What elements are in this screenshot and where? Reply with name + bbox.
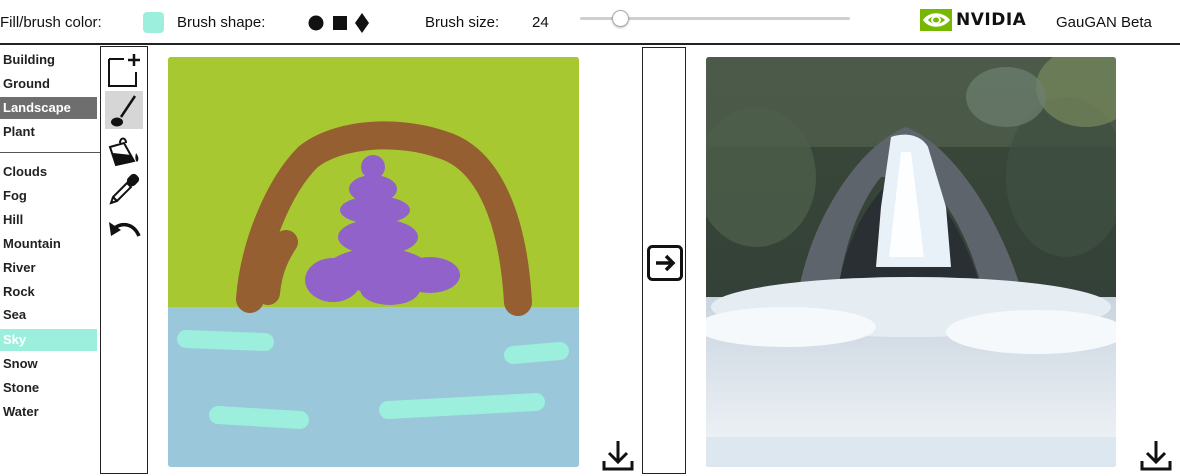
brush-size-slider-handle[interactable]: [611, 10, 629, 27]
undo-icon[interactable]: [105, 211, 143, 249]
label-divider: [0, 152, 100, 153]
label-ground[interactable]: Ground: [0, 73, 97, 95]
brand-name: NVIDIA: [956, 10, 1027, 30]
generate-panel: [642, 47, 686, 474]
label-palette: Building Ground Landscape Plant Clouds F…: [0, 46, 100, 476]
label-stone[interactable]: Stone: [0, 377, 97, 399]
brush-icon[interactable]: [105, 91, 143, 129]
brush-shape-label: Brush shape:: [177, 14, 266, 31]
label-sea[interactable]: Sea: [0, 304, 97, 326]
label-plant[interactable]: Plant: [0, 121, 97, 143]
label-mountain[interactable]: Mountain: [0, 233, 97, 255]
circle-icon[interactable]: [307, 14, 325, 32]
nvidia-eye-icon: [920, 9, 952, 31]
label-landscape[interactable]: Landscape: [0, 97, 97, 119]
segmentation-drawing: [168, 57, 579, 467]
generated-landscape-render: [706, 57, 1116, 467]
label-hill[interactable]: Hill: [0, 209, 97, 231]
label-building[interactable]: Building: [0, 49, 97, 71]
fill-color-swatch[interactable]: [143, 12, 164, 33]
new-canvas-icon[interactable]: [105, 51, 143, 89]
label-clouds[interactable]: Clouds: [0, 161, 97, 183]
label-water[interactable]: Water: [0, 401, 97, 423]
segmentation-canvas[interactable]: [168, 57, 579, 467]
download-output-icon[interactable]: [1139, 438, 1173, 472]
fill-color-label: Fill/brush color:: [0, 14, 102, 31]
label-river[interactable]: River: [0, 257, 97, 279]
label-sky[interactable]: Sky: [0, 329, 97, 351]
gaugan-app: Fill/brush color: Brush shape: Brush siz…: [0, 0, 1180, 476]
eyedropper-icon[interactable]: [105, 171, 143, 209]
tool-panel: [100, 46, 148, 474]
label-snow[interactable]: Snow: [0, 353, 97, 375]
fill-bucket-icon[interactable]: [105, 131, 143, 169]
toolbar: Fill/brush color: Brush shape: Brush siz…: [0, 0, 1180, 45]
nvidia-logo: NVIDIA: [920, 9, 1026, 31]
generate-arrow-icon[interactable]: [647, 245, 683, 281]
generated-image: [706, 57, 1116, 467]
label-fog[interactable]: Fog: [0, 185, 97, 207]
download-segmentation-icon[interactable]: [601, 438, 635, 472]
brush-size-label: Brush size:: [425, 14, 500, 31]
label-rock[interactable]: Rock: [0, 281, 97, 303]
app-title: GauGAN Beta: [1056, 14, 1152, 31]
brush-size-value: 24: [532, 14, 549, 31]
diamond-icon[interactable]: [353, 13, 371, 33]
square-icon[interactable]: [331, 14, 349, 32]
